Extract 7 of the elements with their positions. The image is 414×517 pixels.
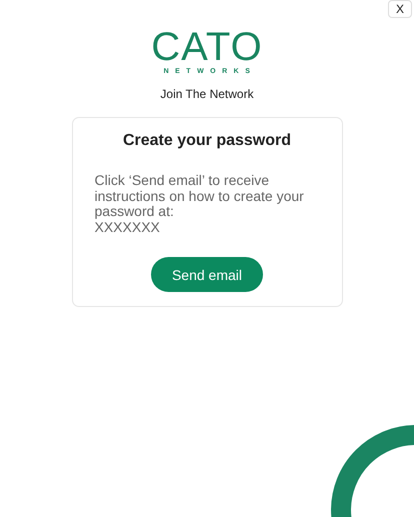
subtitle: Join The Network: [160, 87, 254, 101]
email-address: XXXXXXX: [94, 220, 161, 235]
logo-wordmark: CATO: [151, 28, 263, 66]
card-title: Create your password: [122, 132, 292, 150]
instructions-text: Click ‘Send email’ to receive instructions on how to create your password at:: [94, 173, 305, 220]
send-email-button[interactable]: Send email: [151, 257, 263, 292]
close-button[interactable]: X: [388, 0, 412, 18]
